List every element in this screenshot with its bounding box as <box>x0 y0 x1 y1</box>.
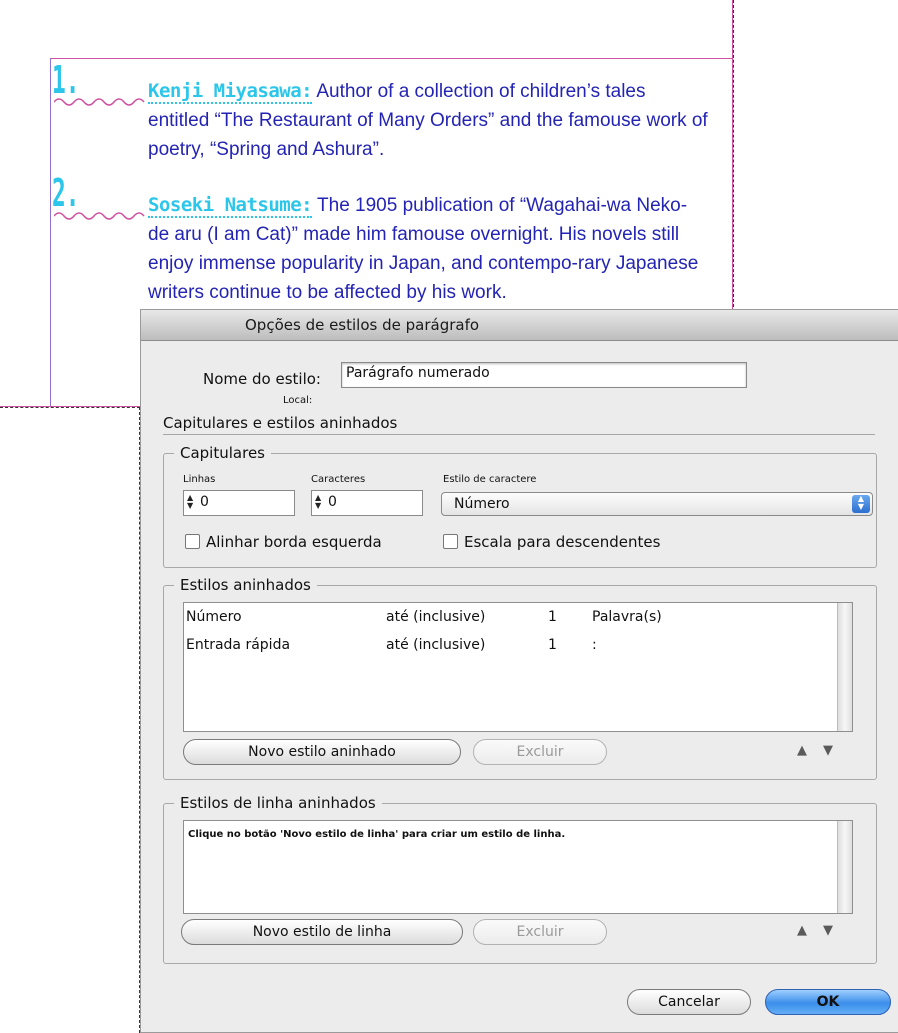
empty-list-message: Clique no botão 'Novo estilo de linha' p… <box>188 829 566 840</box>
location-label: Local: <box>283 395 313 406</box>
page-bleed-guide-bottom <box>0 407 140 408</box>
spelling-squiggle <box>54 212 145 220</box>
style-name-label: Nome do estilo: <box>203 370 321 388</box>
margin-guide-left <box>50 58 51 406</box>
table-row[interactable]: Entrada rápida até (inclusive) 1 : <box>184 631 838 659</box>
characters-label: Caracteres <box>311 474 366 485</box>
move-up-icon[interactable]: ▲ <box>797 923 807 938</box>
move-up-icon[interactable]: ▲ <box>797 743 807 758</box>
dialog-title: Opções de estilos de parágrafo <box>245 316 480 334</box>
drop-caps-legend: Capitulares <box>180 444 265 462</box>
paragraph-text: Kenji Miyasawa: Author of a collection o… <box>148 77 708 164</box>
list-scrollbar[interactable] <box>837 603 852 731</box>
character-style-label: Estilo de caractere <box>443 474 537 485</box>
nested-style-name: Kenji Miyasawa: <box>148 80 313 104</box>
stepper-arrows-icon[interactable]: ▲ ▼ <box>315 494 321 510</box>
nested-styles-legend: Estilos aninhados <box>180 576 311 594</box>
style-name-field[interactable]: Parágrafo numerado <box>341 362 747 388</box>
spelling-squiggle <box>54 98 145 106</box>
move-down-icon[interactable]: ▼ <box>823 923 833 938</box>
delete-nested-style-button[interactable]: Excluir <box>473 739 607 765</box>
page-bleed-guide <box>733 0 734 312</box>
lines-stepper[interactable]: ▲ ▼ 0 <box>183 490 295 516</box>
list-number: 2. <box>52 171 80 215</box>
checkbox-icon[interactable] <box>443 534 458 549</box>
align-left-edge-checkbox[interactable]: Alinhar borda esquerda <box>185 533 382 551</box>
paragraph-text: Soseki Natsume: The 1905 publication of … <box>148 191 708 307</box>
ok-button[interactable]: OK <box>765 989 891 1015</box>
scale-for-descenders-checkbox[interactable]: Escala para descendentes <box>443 533 660 551</box>
nested-styles-list[interactable]: Número até (inclusive) 1 Palavra(s) Entr… <box>183 602 853 732</box>
checkbox-icon[interactable] <box>185 534 200 549</box>
section-title: Capitulares e estilos aninhados <box>163 414 398 432</box>
new-line-style-button[interactable]: Novo estilo de linha <box>181 919 463 945</box>
nested-style-name: Soseki Natsume: <box>148 194 313 218</box>
character-style-select[interactable]: Número ▲ ▼ <box>441 492 873 516</box>
table-row[interactable]: Número até (inclusive) 1 Palavra(s) <box>184 603 838 631</box>
stepper-arrows-icon[interactable]: ▲ ▼ <box>187 494 193 510</box>
dialog-titlebar[interactable]: Opções de estilos de parágrafo <box>141 310 898 341</box>
select-arrows-icon: ▲ ▼ <box>852 495 870 513</box>
nested-line-styles-legend: Estilos de linha aninhados <box>180 794 376 812</box>
nested-line-styles-list[interactable]: Clique no botão 'Novo estilo de linha' p… <box>183 820 853 914</box>
list-scrollbar[interactable] <box>837 821 852 913</box>
move-down-icon[interactable]: ▼ <box>823 743 833 758</box>
section-divider <box>163 434 875 435</box>
paragraph-style-options-dialog: Opções de estilos de parágrafo Nome do e… <box>140 309 898 1033</box>
delete-line-style-button[interactable]: Excluir <box>473 919 607 945</box>
new-nested-style-button[interactable]: Novo estilo aninhado <box>183 739 461 765</box>
margin-guide-top <box>50 58 732 59</box>
lines-label: Linhas <box>183 474 216 485</box>
cancel-button[interactable]: Cancelar <box>627 989 751 1015</box>
characters-stepper[interactable]: ▲ ▼ 0 <box>311 490 423 516</box>
